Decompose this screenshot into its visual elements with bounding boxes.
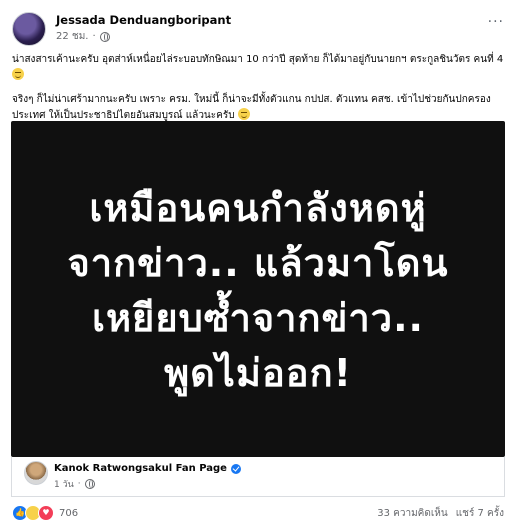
quote-line-3: เหยียบซ้ำจากข่าว..: [92, 296, 424, 340]
smile-emoji-icon: [12, 68, 24, 80]
shared-meta: 1 วัน ·: [54, 477, 95, 491]
reaction-count: 706: [59, 507, 79, 519]
share-count[interactable]: แชร์ 7 ครั้ง: [456, 506, 504, 521]
verified-badge-icon: [230, 463, 241, 474]
page-avatar[interactable]: [24, 461, 48, 485]
more-options-button[interactable]: ···: [488, 14, 504, 30]
reactions-summary[interactable]: 👍 ♥ 706: [12, 505, 78, 521]
post-header: Jessada Denduangboripant 22 ชม. · ···: [12, 10, 504, 46]
post-time[interactable]: 22 ชม.: [56, 29, 88, 44]
love-reaction-icon: ♥: [38, 505, 54, 521]
shared-source: Kanok Ratwongsakul Fan Page 1 วัน ·: [11, 457, 505, 497]
post-footer: 👍 ♥ 706 33 ความคิดเห็น แชร์ 7 ครั้ง: [12, 503, 504, 523]
quote-line-1: เหมือนคนกำลังหดหู่: [89, 186, 427, 230]
post-card: Jessada Denduangboripant 22 ชม. · ··· น่…: [0, 0, 516, 532]
page-name-row: Kanok Ratwongsakul Fan Page: [54, 463, 241, 474]
globe-icon: [99, 31, 110, 42]
post-paragraph-1: น่าสงสารเค้านะครับ อุตส่าห์เหนื่อยไล่ระบ…: [12, 54, 504, 65]
author-avatar[interactable]: [12, 12, 46, 46]
shared-image[interactable]: เหมือนคนกำลังหดหู่ จากข่าว.. แล้วมาโดน เ…: [11, 121, 505, 457]
page-name[interactable]: Kanok Ratwongsakul Fan Page: [54, 463, 227, 474]
quote-line-4: พูดไม่ออก!: [164, 351, 352, 395]
post-paragraph-2: จริงๆ ก็ไม่น่าเศร้ามากนะครับ เพราะ ครม. …: [12, 94, 491, 121]
smile-emoji-icon: [237, 108, 250, 120]
post-text: น่าสงสารเค้านะครับ อุตส่าห์เหนื่อยไล่ระบ…: [12, 52, 504, 132]
shared-quote-text: เหมือนคนกำลังหดหู่ จากข่าว.. แล้วมาโดน เ…: [11, 181, 505, 401]
quote-line-2: จากข่าว.. แล้วมาโดน: [67, 241, 449, 285]
globe-icon: [84, 479, 95, 489]
shared-time[interactable]: 1 วัน: [54, 477, 74, 491]
post-meta: 22 ชม. ·: [56, 29, 110, 44]
engagement-stats: 33 ความคิดเห็น แชร์ 7 ครั้ง: [377, 506, 504, 521]
comment-count[interactable]: 33 ความคิดเห็น: [377, 506, 447, 521]
author-name[interactable]: Jessada Denduangboripant: [56, 13, 231, 27]
